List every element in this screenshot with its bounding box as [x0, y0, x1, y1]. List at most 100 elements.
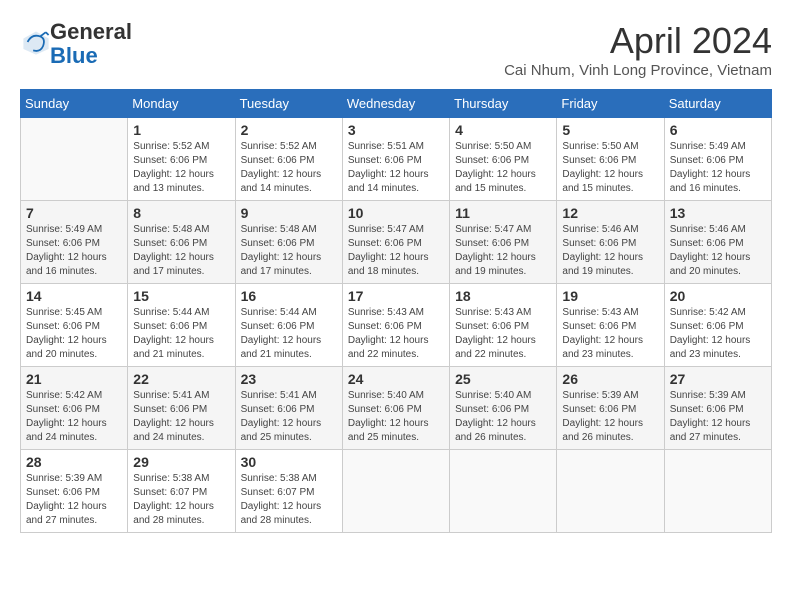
month-title: April 2024: [504, 20, 772, 62]
day-info: Sunrise: 5:47 AM Sunset: 6:06 PM Dayligh…: [455, 223, 551, 279]
calendar-week-row: 14 Sunrise: 5:45 AM Sunset: 6:06 PM Dayli…: [21, 284, 772, 367]
weekday-header: Friday: [557, 90, 664, 118]
weekday-header: Thursday: [450, 90, 557, 118]
calendar-cell: [450, 450, 557, 533]
logo-blue-text: Blue: [50, 43, 98, 68]
weekday-header-row: SundayMondayTuesdayWednesdayThursdayFrid…: [21, 90, 772, 118]
day-info: Sunrise: 5:42 AM Sunset: 6:06 PM Dayligh…: [26, 389, 122, 445]
day-info: Sunrise: 5:40 AM Sunset: 6:06 PM Dayligh…: [348, 389, 444, 445]
day-info: Sunrise: 5:40 AM Sunset: 6:06 PM Dayligh…: [455, 389, 551, 445]
calendar-week-row: 28Sunrise: 5:39 AM Sunset: 6:06 PM Dayli…: [21, 450, 772, 533]
day-number: 30: [241, 454, 337, 470]
day-number: 8: [133, 205, 229, 221]
day-info: Sunrise: 5:50 AM Sunset: 6:06 PM Dayligh…: [455, 140, 551, 196]
day-number: 18: [455, 288, 551, 304]
calendar-cell: [664, 450, 771, 533]
day-info: Sunrise: 5:39 AM Sunset: 6:06 PM Dayligh…: [562, 389, 658, 445]
day-info: Sunrise: 5:52 AM Sunset: 6:06 PM Dayligh…: [133, 140, 229, 196]
day-number: 14: [26, 288, 122, 304]
day-info: Sunrise: 5:50 AM Sunset: 6:06 PM Dayligh…: [562, 140, 658, 196]
day-info: Sunrise: 5:41 AM Sunset: 6:06 PM Dayligh…: [133, 389, 229, 445]
calendar-cell: 17 Sunrise: 5:43 AM Sunset: 6:06 PM Dayli…: [342, 284, 449, 367]
day-number: 5: [562, 122, 658, 138]
calendar-cell: [557, 450, 664, 533]
location-text: Cai Nhum, Vinh Long Province, Vietnam: [504, 62, 772, 79]
calendar-cell: 18 Sunrise: 5:43 AM Sunset: 6:06 PM Dayli…: [450, 284, 557, 367]
day-number: 9: [241, 205, 337, 221]
day-number: 3: [348, 122, 444, 138]
day-info: Sunrise: 5:49 AM Sunset: 6:06 PM Dayligh…: [26, 223, 122, 279]
day-number: 19: [562, 288, 658, 304]
day-number: 7: [26, 205, 122, 221]
logo-icon: [22, 28, 50, 56]
day-number: 21: [26, 371, 122, 387]
page-header: General Blue April 2024 Cai Nhum, Vinh L…: [20, 20, 772, 79]
day-info: Sunrise: 5:38 AM Sunset: 6:07 PM Dayligh…: [133, 472, 229, 528]
calendar-cell: 13 Sunrise: 5:46 AM Sunset: 6:06 PM Dayli…: [664, 201, 771, 284]
day-number: 24: [348, 371, 444, 387]
weekday-header: Sunday: [21, 90, 128, 118]
day-number: 10: [348, 205, 444, 221]
day-info: Sunrise: 5:41 AM Sunset: 6:06 PM Dayligh…: [241, 389, 337, 445]
calendar-cell: 4 Sunrise: 5:50 AM Sunset: 6:06 PM Daylig…: [450, 118, 557, 201]
calendar-cell: 9 Sunrise: 5:48 AM Sunset: 6:06 PM Daylig…: [235, 201, 342, 284]
day-number: 29: [133, 454, 229, 470]
calendar-week-row: 1 Sunrise: 5:52 AM Sunset: 6:06 PM Daylig…: [21, 118, 772, 201]
calendar-cell: 23 Sunrise: 5:41 AM Sunset: 6:06 PM Dayli…: [235, 367, 342, 450]
calendar-cell: 5 Sunrise: 5:50 AM Sunset: 6:06 PM Daylig…: [557, 118, 664, 201]
day-info: Sunrise: 5:46 AM Sunset: 6:06 PM Dayligh…: [670, 223, 766, 279]
day-info: Sunrise: 5:43 AM Sunset: 6:06 PM Dayligh…: [348, 306, 444, 362]
day-info: Sunrise: 5:44 AM Sunset: 6:06 PM Dayligh…: [241, 306, 337, 362]
day-number: 28: [26, 454, 122, 470]
calendar-cell: 12Sunrise: 5:46 AM Sunset: 6:06 PM Dayli…: [557, 201, 664, 284]
day-number: 25: [455, 371, 551, 387]
calendar-cell: 27Sunrise: 5:39 AM Sunset: 6:06 PM Dayli…: [664, 367, 771, 450]
day-number: 12: [562, 205, 658, 221]
day-number: 6: [670, 122, 766, 138]
calendar-cell: 14 Sunrise: 5:45 AM Sunset: 6:06 PM Dayli…: [21, 284, 128, 367]
day-number: 4: [455, 122, 551, 138]
calendar-cell: 29 Sunrise: 5:38 AM Sunset: 6:07 PM Dayli…: [128, 450, 235, 533]
calendar-cell: 22 Sunrise: 5:41 AM Sunset: 6:06 PM Dayli…: [128, 367, 235, 450]
day-number: 13: [670, 205, 766, 221]
day-info: Sunrise: 5:48 AM Sunset: 6:06 PM Dayligh…: [133, 223, 229, 279]
title-block: April 2024 Cai Nhum, Vinh Long Province,…: [504, 20, 772, 79]
day-info: Sunrise: 5:45 AM Sunset: 6:06 PM Dayligh…: [26, 306, 122, 362]
calendar-cell: 30 Sunrise: 5:38 AM Sunset: 6:07 PM Dayli…: [235, 450, 342, 533]
calendar-cell: 25 Sunrise: 5:40 AM Sunset: 6:06 PM Dayli…: [450, 367, 557, 450]
day-info: Sunrise: 5:52 AM Sunset: 6:06 PM Dayligh…: [241, 140, 337, 196]
day-info: Sunrise: 5:43 AM Sunset: 6:06 PM Dayligh…: [455, 306, 551, 362]
day-info: Sunrise: 5:43 AM Sunset: 6:06 PM Dayligh…: [562, 306, 658, 362]
calendar-table: SundayMondayTuesdayWednesdayThursdayFrid…: [20, 89, 772, 533]
weekday-header: Tuesday: [235, 90, 342, 118]
day-info: Sunrise: 5:38 AM Sunset: 6:07 PM Dayligh…: [241, 472, 337, 528]
day-number: 23: [241, 371, 337, 387]
day-info: Sunrise: 5:47 AM Sunset: 6:06 PM Dayligh…: [348, 223, 444, 279]
calendar-week-row: 21 Sunrise: 5:42 AM Sunset: 6:06 PM Dayli…: [21, 367, 772, 450]
weekday-header: Saturday: [664, 90, 771, 118]
calendar-cell: 26Sunrise: 5:39 AM Sunset: 6:06 PM Dayli…: [557, 367, 664, 450]
day-info: Sunrise: 5:42 AM Sunset: 6:06 PM Dayligh…: [670, 306, 766, 362]
day-number: 16: [241, 288, 337, 304]
day-number: 15: [133, 288, 229, 304]
day-number: 1: [133, 122, 229, 138]
day-info: Sunrise: 5:51 AM Sunset: 6:06 PM Dayligh…: [348, 140, 444, 196]
calendar-cell: 28Sunrise: 5:39 AM Sunset: 6:06 PM Dayli…: [21, 450, 128, 533]
day-info: Sunrise: 5:48 AM Sunset: 6:06 PM Dayligh…: [241, 223, 337, 279]
day-number: 22: [133, 371, 229, 387]
calendar-cell: 6 Sunrise: 5:49 AM Sunset: 6:06 PM Daylig…: [664, 118, 771, 201]
calendar-cell: 10 Sunrise: 5:47 AM Sunset: 6:06 PM Dayli…: [342, 201, 449, 284]
calendar-cell: [21, 118, 128, 201]
logo: General Blue: [20, 20, 132, 68]
calendar-week-row: 7 Sunrise: 5:49 AM Sunset: 6:06 PM Daylig…: [21, 201, 772, 284]
day-info: Sunrise: 5:49 AM Sunset: 6:06 PM Dayligh…: [670, 140, 766, 196]
day-number: 2: [241, 122, 337, 138]
calendar-cell: 8 Sunrise: 5:48 AM Sunset: 6:06 PM Daylig…: [128, 201, 235, 284]
day-number: 17: [348, 288, 444, 304]
calendar-cell: 2 Sunrise: 5:52 AM Sunset: 6:06 PM Daylig…: [235, 118, 342, 201]
calendar-cell: 7 Sunrise: 5:49 AM Sunset: 6:06 PM Daylig…: [21, 201, 128, 284]
calendar-cell: 19 Sunrise: 5:43 AM Sunset: 6:06 PM Dayli…: [557, 284, 664, 367]
calendar-cell: 15Sunrise: 5:44 AM Sunset: 6:06 PM Dayli…: [128, 284, 235, 367]
day-number: 27: [670, 371, 766, 387]
calendar-cell: 3 Sunrise: 5:51 AM Sunset: 6:06 PM Daylig…: [342, 118, 449, 201]
